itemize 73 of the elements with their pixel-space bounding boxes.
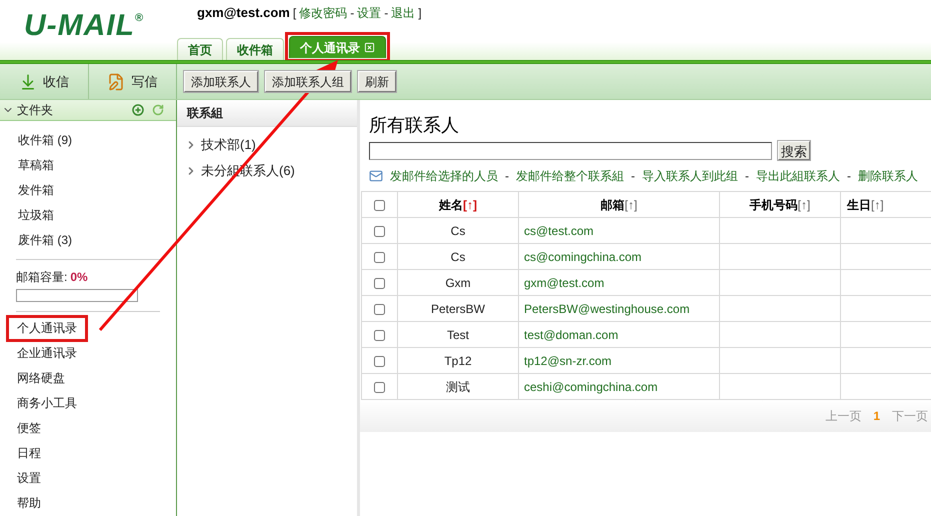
separator-text: - (384, 5, 388, 22)
column-header[interactable]: 手机号码[↑] (720, 192, 840, 218)
close-icon[interactable] (364, 42, 375, 53)
add-icon[interactable] (132, 104, 144, 116)
receive-button[interactable]: 收信 (0, 64, 88, 99)
folder-item[interactable]: 垃圾箱 (18, 203, 54, 228)
column-header[interactable]: 姓名[↑] (398, 192, 518, 218)
separator-text: - (745, 168, 749, 185)
action-link[interactable]: 导入联系人到此组 (642, 167, 738, 185)
sidebar-item[interactable]: 日程 (17, 441, 41, 466)
select-all-checkbox[interactable] (374, 200, 385, 211)
separator-text: [ (292, 5, 296, 22)
separator-text: - (631, 168, 635, 185)
capacity-value: 0% (70, 269, 88, 286)
email-link[interactable]: cs@test.com (524, 224, 594, 238)
separator-text: ] (418, 5, 422, 22)
row-checkbox[interactable] (374, 356, 385, 367)
name-cell: Cs (398, 244, 518, 270)
name-cell: Test (398, 322, 518, 348)
sidebar-item[interactable]: 网络硬盘 (17, 366, 65, 391)
toolbar-button[interactable]: 添加联系人组 (265, 71, 351, 92)
sidebar-item[interactable]: 企业通讯录 (17, 341, 77, 366)
sidebar-item[interactable]: 便签 (17, 416, 41, 441)
name-cell: Gxm (398, 270, 518, 296)
sidebar-item[interactable]: 个人通讯录 (7, 316, 87, 341)
tab[interactable]: 首页 (177, 38, 223, 60)
group-item[interactable]: 技术部(1) (185, 132, 256, 158)
folder-item[interactable]: 草稿箱 (18, 153, 54, 178)
envelope-icon (369, 169, 383, 183)
header-link[interactable]: 退出 (391, 4, 416, 22)
registered-mark: ® (134, 11, 144, 26)
sort-mark[interactable]: [↑] (798, 198, 810, 212)
row-checkbox[interactable] (374, 252, 385, 263)
sort-mark[interactable]: [↑] (871, 198, 884, 212)
sidebar-item[interactable]: 帮助 (17, 491, 41, 516)
sidebar-item[interactable]: 设置 (17, 466, 41, 491)
row-checkbox[interactable] (374, 226, 385, 237)
folder-item[interactable]: 废件箱 (3) (18, 228, 72, 254)
separator-text: - (505, 168, 509, 185)
row-checkbox[interactable] (374, 330, 385, 341)
column-header[interactable]: 邮箱[↑] (518, 192, 720, 218)
logo-text: U-MAIL (24, 10, 135, 42)
column-header[interactable]: 生日[↑] (840, 192, 931, 218)
action-link[interactable]: 发邮件给整个联系組 (516, 167, 624, 185)
search-field[interactable] (369, 142, 772, 160)
name-cell: Tp12 (398, 348, 518, 374)
action-link[interactable]: 删除联系人 (858, 167, 918, 185)
toolbar-button[interactable]: 添加联系人 (184, 71, 258, 92)
search-button[interactable]: 搜索 (778, 141, 810, 160)
row-checkbox[interactable] (374, 304, 385, 315)
action-link[interactable]: 导出此組联系人 (756, 167, 840, 185)
folder-item[interactable]: 发件箱 (18, 178, 54, 204)
row-checkbox[interactable] (374, 278, 385, 289)
header-link[interactable]: 修改密码 (299, 4, 348, 22)
folder-title: 文件夹 (17, 102, 53, 120)
page-title: 所有联系人 (369, 114, 460, 136)
compose-button[interactable]: 写信 (88, 64, 176, 99)
separator-text: - (847, 168, 851, 185)
name-cell: PetersBW (398, 296, 518, 322)
header-link[interactable]: 设置 (357, 4, 382, 22)
sort-mark[interactable]: [↑] (463, 198, 477, 212)
row-checkbox[interactable] (374, 382, 385, 393)
user-email: gxm@test.com (197, 4, 290, 22)
separator-text: - (350, 5, 354, 22)
toolbar-button[interactable]: 刷新 (358, 71, 396, 92)
notepad-pencil-icon (107, 72, 126, 90)
capacity-label: 邮箱容量: (16, 269, 68, 286)
sidebar-item[interactable]: 商务小工具 (17, 391, 77, 416)
name-cell: Cs (398, 218, 518, 244)
tab[interactable]: 收件箱 (226, 38, 284, 60)
folder-item[interactable]: 收件箱 (9) (18, 128, 72, 154)
sort-mark[interactable]: [↑] (624, 198, 638, 212)
action-link[interactable]: 发邮件给选择的人员 (390, 167, 498, 185)
